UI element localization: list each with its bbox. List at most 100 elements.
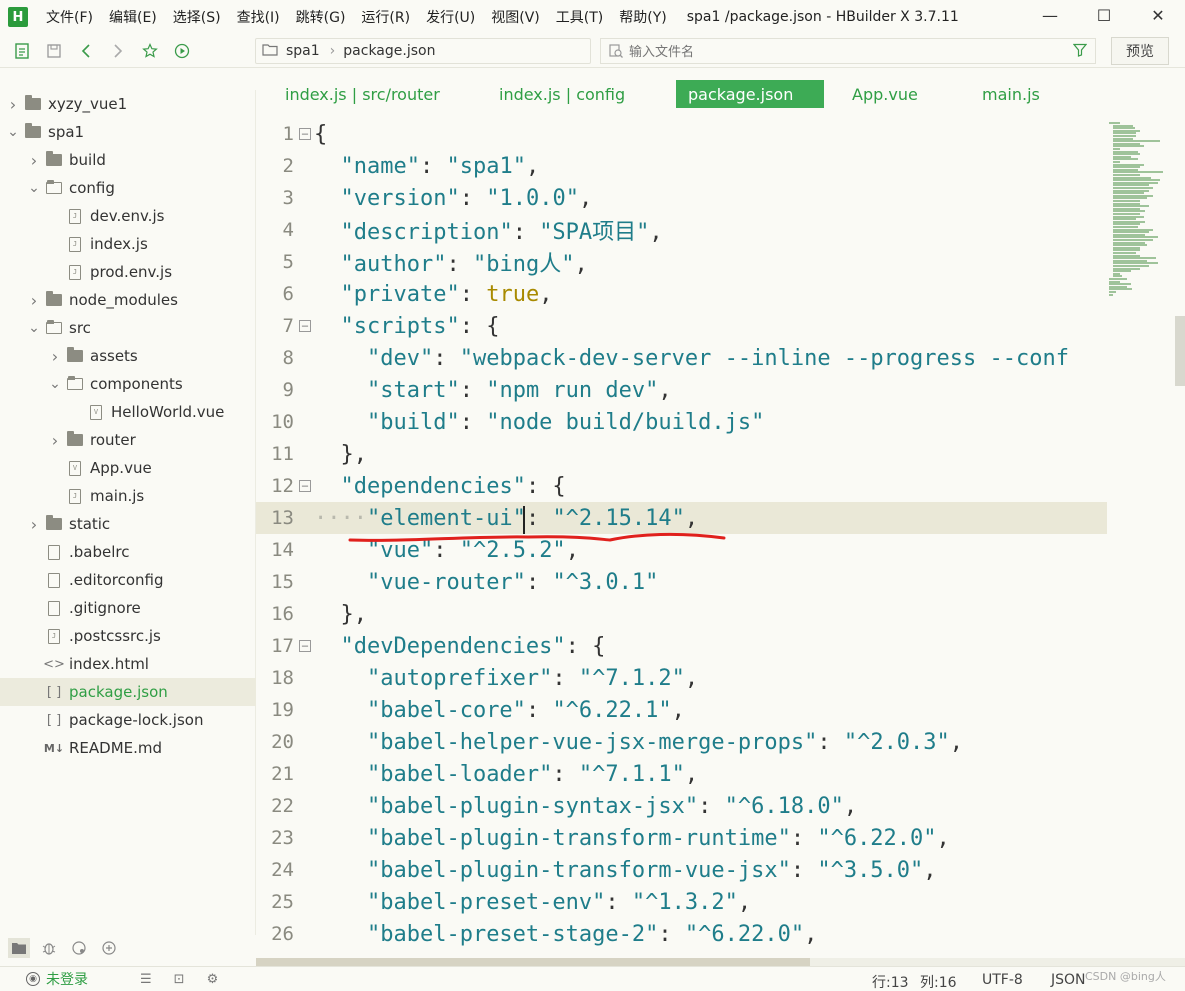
tree-item[interactable]: › node_modules xyxy=(0,286,256,314)
tree-item[interactable]: M↓ README.md xyxy=(0,734,256,762)
menu-item[interactable]: 跳转(G) xyxy=(288,7,354,27)
chevron-right-icon[interactable]: › xyxy=(27,291,41,310)
tree-item[interactable]: ⌄ spa1 xyxy=(0,118,256,146)
fold-toggle-icon[interactable]: − xyxy=(299,320,311,332)
code-line[interactable]: 18 "autoprefixer": "^7.1.2", xyxy=(256,662,1107,694)
tree-item[interactable]: › router xyxy=(0,426,256,454)
code-line[interactable]: 24 "babel-plugin-transform-vue-jsx": "^3… xyxy=(256,854,1107,886)
forward-icon[interactable] xyxy=(108,41,128,61)
tree-item[interactable]: V HelloWorld.vue xyxy=(0,398,256,426)
terminal-icon[interactable]: ⊡ xyxy=(174,972,185,987)
tree-item[interactable]: <> index.html xyxy=(0,650,256,678)
code-line[interactable]: 12− "dependencies": { xyxy=(256,470,1107,502)
fold-toggle-icon[interactable]: − xyxy=(299,128,311,140)
fold-toggle-icon[interactable]: − xyxy=(299,640,311,652)
login-status[interactable]: ◉ 未登录 xyxy=(26,969,88,989)
file-search-input[interactable] xyxy=(629,43,1049,59)
encoding-indicator[interactable]: UTF-8 xyxy=(982,972,1023,988)
code-line[interactable]: 16 }, xyxy=(256,598,1107,630)
tree-item[interactable]: ⌄ src xyxy=(0,314,256,342)
fold-toggle-icon[interactable]: − xyxy=(299,480,311,492)
code-line[interactable]: 11 }, xyxy=(256,438,1107,470)
code-line[interactable]: 26 "babel-preset-stage-2": "^6.22.0", xyxy=(256,918,1107,950)
code-line[interactable]: 19 "babel-core": "^6.22.1", xyxy=(256,694,1107,726)
cursor-column[interactable]: 列:16 xyxy=(920,972,957,991)
tree-item[interactable]: Jindex.js xyxy=(0,230,256,258)
horizontal-scrollbar[interactable] xyxy=(256,958,810,966)
editor-tab[interactable]: package.json xyxy=(676,80,824,108)
list-icon[interactable]: ☰ xyxy=(140,972,152,987)
code-line[interactable]: 6 "private": true, xyxy=(256,278,1107,310)
tree-item[interactable]: › static xyxy=(0,510,256,538)
code-line[interactable]: 15 "vue-router": "^3.0.1" xyxy=(256,566,1107,598)
new-file-icon[interactable] xyxy=(12,41,32,61)
tree-item[interactable]: J .postcssrc.js xyxy=(0,622,256,650)
code-line[interactable]: 4 "description": "SPA项目", xyxy=(256,214,1107,246)
cursor-line[interactable]: 行:13 xyxy=(872,972,909,991)
tree-item[interactable]: Jprod.env.js xyxy=(0,258,256,286)
tree-item[interactable]: › assets xyxy=(0,342,256,370)
tree-item[interactable]: [ ] package-lock.json xyxy=(0,706,256,734)
minimap[interactable] xyxy=(1107,118,1177,938)
code-line[interactable]: 7− "scripts": { xyxy=(256,310,1107,342)
filter-icon[interactable] xyxy=(1072,43,1088,61)
tree-item[interactable]: ⌄ components xyxy=(0,370,256,398)
tree-item[interactable]: Jmain.js xyxy=(0,482,256,510)
save-icon[interactable] xyxy=(44,41,64,61)
code-line[interactable]: 2 "name": "spa1", xyxy=(256,150,1107,182)
minimize-button[interactable]: — xyxy=(1023,0,1077,30)
star-icon[interactable] xyxy=(140,41,160,61)
tree-item[interactable]: .editorconfig xyxy=(0,566,256,594)
code-line[interactable]: 20 "babel-helper-vue-jsx-merge-props": "… xyxy=(256,726,1107,758)
tree-item[interactable]: › xyzy_vue1 xyxy=(0,90,256,118)
tree-item[interactable]: ⌄ config xyxy=(0,174,256,202)
git-icon[interactable] xyxy=(68,938,90,958)
code-line[interactable]: 17− "devDependencies": { xyxy=(256,630,1107,662)
tree-item[interactable]: .gitignore xyxy=(0,594,256,622)
tree-item[interactable]: › build xyxy=(0,146,256,174)
menu-item[interactable]: 查找(I) xyxy=(229,7,288,27)
run-icon[interactable] xyxy=(172,41,192,61)
menu-item[interactable]: 工具(T) xyxy=(548,7,611,27)
plugin-status-icon[interactable]: ⚙ xyxy=(207,972,219,987)
editor-tab[interactable]: index.js | src/router xyxy=(285,80,440,108)
chevron-down-icon[interactable]: ⌄ xyxy=(6,124,20,140)
vertical-scrollbar[interactable] xyxy=(1175,316,1185,386)
tree-item[interactable]: Jdev.env.js xyxy=(0,202,256,230)
project-manager-icon[interactable] xyxy=(8,938,30,958)
chevron-right-icon[interactable]: › xyxy=(27,515,41,534)
editor-tab[interactable]: main.js xyxy=(982,80,1040,108)
code-line[interactable]: 8 "dev": "webpack-dev-server --inline --… xyxy=(256,342,1107,374)
chevron-right-icon[interactable]: › xyxy=(48,347,62,366)
code-line[interactable]: 21 "babel-loader": "^7.1.1", xyxy=(256,758,1107,790)
tree-item[interactable]: .babelrc xyxy=(0,538,256,566)
menu-item[interactable]: 视图(V) xyxy=(483,7,548,27)
code-line[interactable]: 1−{ xyxy=(256,118,1107,150)
chevron-right-icon[interactable]: › xyxy=(48,431,62,450)
code-line[interactable]: 5 "author": "bing人", xyxy=(256,246,1107,278)
close-button[interactable]: ✕ xyxy=(1131,0,1185,30)
chevron-down-icon[interactable]: ⌄ xyxy=(27,180,41,196)
menu-item[interactable]: 帮助(Y) xyxy=(611,7,674,27)
chevron-right-icon[interactable]: › xyxy=(6,95,20,114)
tree-item[interactable]: [ ] package.json xyxy=(0,678,256,706)
editor-tab[interactable]: index.js | config xyxy=(499,80,625,108)
preview-button[interactable]: 预览 xyxy=(1111,37,1169,65)
chevron-down-icon[interactable]: ⌄ xyxy=(48,376,62,392)
menu-item[interactable]: 编辑(E) xyxy=(101,7,165,27)
menu-item[interactable]: 发行(U) xyxy=(418,7,483,27)
chevron-right-icon[interactable]: › xyxy=(27,151,41,170)
tree-item[interactable]: V App.vue xyxy=(0,454,256,482)
maximize-button[interactable]: ☐ xyxy=(1077,0,1131,30)
editor-tab[interactable]: App.vue xyxy=(852,80,918,108)
breadcrumb-item[interactable]: spa1 xyxy=(286,43,320,59)
plugin-icon[interactable] xyxy=(98,938,120,958)
debug-icon[interactable] xyxy=(38,938,60,958)
chevron-down-icon[interactable]: ⌄ xyxy=(27,320,41,336)
breadcrumb-item[interactable]: package.json xyxy=(343,43,435,59)
code-line[interactable]: 22 "babel-plugin-syntax-jsx": "^6.18.0", xyxy=(256,790,1107,822)
menu-item[interactable]: 运行(R) xyxy=(353,7,418,27)
code-line[interactable]: 25 "babel-preset-env": "^1.3.2", xyxy=(256,886,1107,918)
menu-item[interactable]: 选择(S) xyxy=(165,7,229,27)
back-icon[interactable] xyxy=(76,41,96,61)
